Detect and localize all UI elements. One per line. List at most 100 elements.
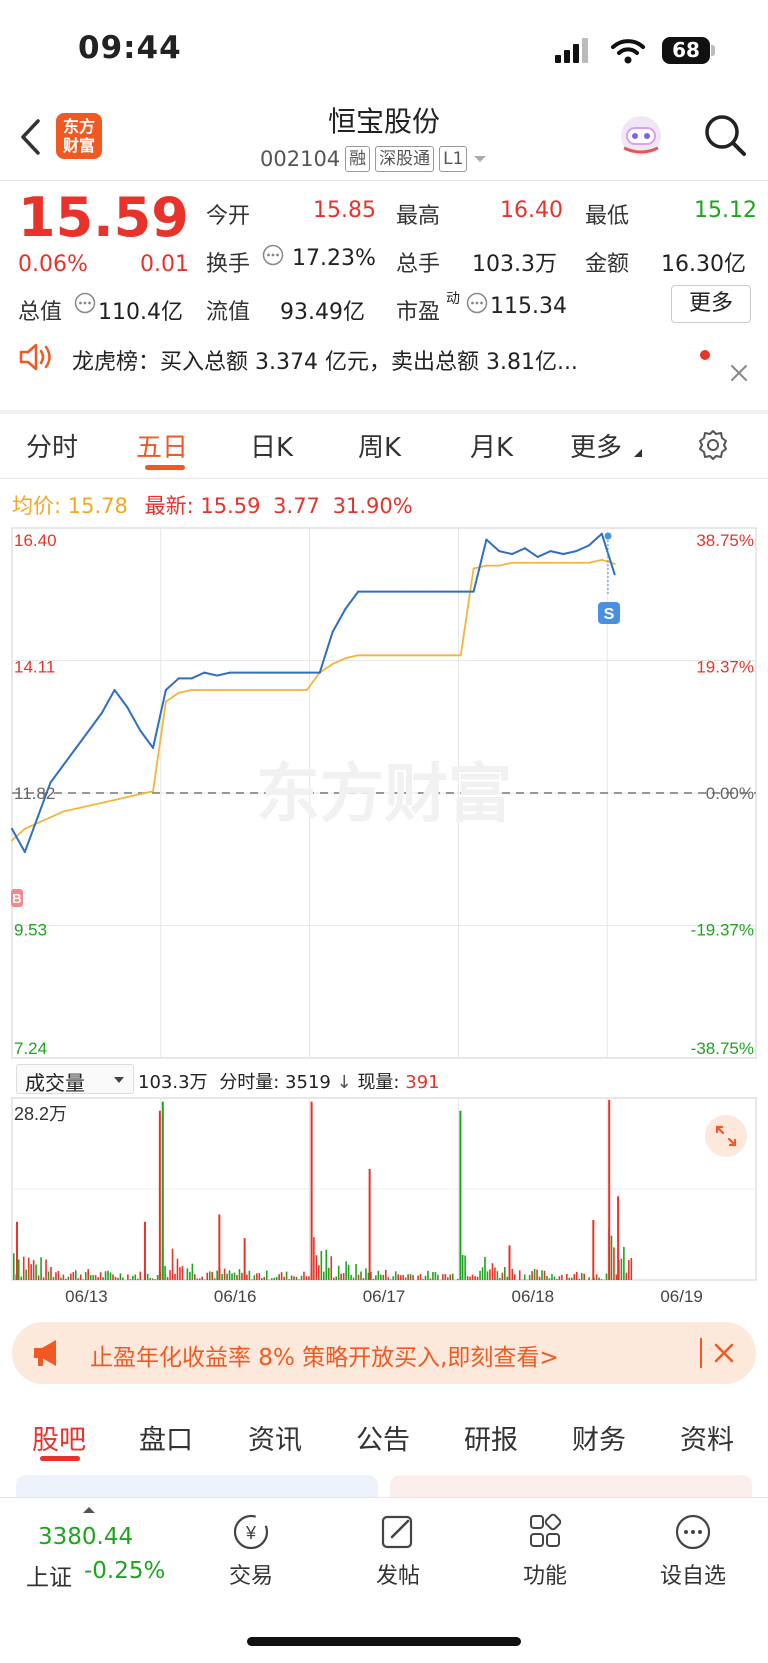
tab-daily-k[interactable]: 日K <box>250 427 293 464</box>
volume-bar <box>35 1264 37 1280</box>
avg-line-point <box>49 816 52 819</box>
volume-bar <box>92 1275 94 1280</box>
index-value[interactable]: 3380.44 <box>38 1524 133 1550</box>
avg-line-point <box>383 654 385 657</box>
x-date-label: 06/19 <box>660 1287 703 1306</box>
info-dots-icon[interactable] <box>466 292 488 314</box>
nav-functions[interactable]: 功能 <box>500 1512 590 1590</box>
volume-bar <box>132 1275 134 1280</box>
volume-bar <box>417 1275 419 1280</box>
y-right-tick: 38.75% <box>696 531 754 550</box>
nav-post[interactable]: 发帖 <box>353 1512 443 1590</box>
volume-bar <box>40 1257 42 1280</box>
volume-bar <box>179 1267 181 1280</box>
volume-bar <box>228 1270 231 1280</box>
tab-announcements[interactable]: 公告 <box>356 1418 410 1457</box>
search-icon[interactable] <box>702 112 748 158</box>
tab-finance[interactable]: 财务 <box>572 1418 626 1457</box>
avg-line-point <box>306 689 308 691</box>
pe-value: 115.34 <box>490 294 567 319</box>
volume-bar <box>481 1267 484 1280</box>
nav-post-label: 发帖 <box>375 1564 420 1589</box>
nav-trade[interactable]: ¥ 交易 <box>206 1512 296 1590</box>
price-line-point <box>267 671 270 674</box>
indicator-selector[interactable]: 成交量 <box>16 1064 134 1095</box>
volume-bar <box>127 1274 129 1280</box>
speaker-icon <box>19 343 51 371</box>
volume-bar <box>575 1271 578 1280</box>
notice-text[interactable]: 龙虎榜：买入总额 3.374 亿元，卖出总额 3.81亿... <box>72 344 578 376</box>
volume-bar <box>365 1268 367 1280</box>
tab-monthly-k[interactable]: 月K <box>470 427 513 464</box>
five-day-price-chart[interactable]: 东方财富 16.40 14.11 11.82 9.53 7.24 38.75% 19.37%… <box>0 526 768 1061</box>
volume-bar <box>513 1274 516 1280</box>
tab-profile[interactable]: 资料 <box>680 1418 734 1457</box>
price-line-point <box>331 631 334 633</box>
volume-bar <box>67 1276 70 1280</box>
crosshair-dot <box>604 532 612 540</box>
avg-line-point <box>203 689 206 691</box>
avg-line-point <box>344 657 347 659</box>
expand-icon[interactable] <box>704 1114 748 1158</box>
down-arrow-glyph: ↓ <box>336 1072 352 1093</box>
expand-up-icon[interactable] <box>82 1506 96 1514</box>
volume-bar <box>62 1274 65 1280</box>
volume-bar <box>382 1274 385 1280</box>
tab-weekly-k[interactable]: 周K <box>358 427 401 464</box>
promo-text[interactable]: 止盈年化收益率 8% 策略开放买入,即刻查看> <box>90 1338 559 1372</box>
info-dots-icon[interactable] <box>262 244 284 266</box>
low-value: 15.12 <box>694 198 757 223</box>
volume-bar <box>213 1278 216 1280</box>
robot-assistant-icon[interactable] <box>616 112 666 160</box>
volume-bar <box>362 1278 365 1280</box>
tab-news[interactable]: 资讯 <box>248 1418 302 1457</box>
volume-bar <box>221 1273 223 1280</box>
volume-value: 103.3万 <box>472 252 557 277</box>
volume-bar <box>146 1273 149 1280</box>
level-tag: L1 <box>439 146 468 172</box>
tab-more[interactable]: 更多 <box>570 427 622 464</box>
avg-line-point <box>254 689 257 691</box>
avg-line-segment <box>344 654 360 660</box>
price-line-point <box>613 573 616 576</box>
volume-bar <box>134 1274 137 1280</box>
latest-label: 最新: <box>144 494 194 518</box>
volume-bar <box>199 1278 201 1280</box>
volume-bar <box>89 1275 92 1280</box>
volume-chart[interactable]: 28.2万 06/13 06/16 06/17 06/18 06/19 <box>0 1096 768 1311</box>
tick-volume: 分时量: 3519 <box>219 1072 331 1093</box>
stock-subtitle[interactable]: 002104 融 深股通 L1 <box>260 146 488 172</box>
tab-research[interactable]: 研报 <box>464 1418 518 1457</box>
tab-pankou[interactable]: 盘口 <box>139 1418 193 1457</box>
avg-line-point <box>113 799 116 801</box>
volume-bar <box>181 1265 184 1280</box>
volume-bar <box>223 1268 226 1280</box>
tab-intraday[interactable]: 分时 <box>26 427 78 464</box>
turnover-label: 换手 <box>206 252 251 277</box>
y-left-tick: 16.40 <box>14 531 57 550</box>
volume-bar <box>129 1279 132 1280</box>
volume-bar <box>380 1274 382 1280</box>
tab-guba[interactable]: 股吧 <box>32 1418 86 1457</box>
volume-bar <box>332 1277 335 1280</box>
close-icon[interactable] <box>714 1343 734 1363</box>
close-icon[interactable] <box>730 364 748 382</box>
current-volume-label: 现量: <box>357 1072 400 1093</box>
avg-line-point <box>408 654 411 657</box>
avg-line-segment <box>62 807 78 813</box>
avg-line-segment <box>100 799 116 804</box>
status-time: 09:44 <box>78 30 182 66</box>
volume-bar <box>174 1273 176 1280</box>
info-dots-icon[interactable] <box>74 292 96 314</box>
more-quote-button[interactable]: 更多 <box>671 285 751 323</box>
avg-line-point <box>126 796 129 798</box>
price-line-point <box>152 747 154 749</box>
volume-bar <box>556 1279 558 1280</box>
nav-add-watchlist[interactable]: 设自选 <box>648 1512 738 1590</box>
tab-five-day[interactable]: 五日 <box>136 427 188 464</box>
volume-bar <box>194 1274 196 1280</box>
price-line-point <box>62 764 65 767</box>
volume-bar <box>392 1276 395 1280</box>
settings-gear-icon[interactable] <box>696 428 730 462</box>
volume-bar <box>511 1268 514 1280</box>
